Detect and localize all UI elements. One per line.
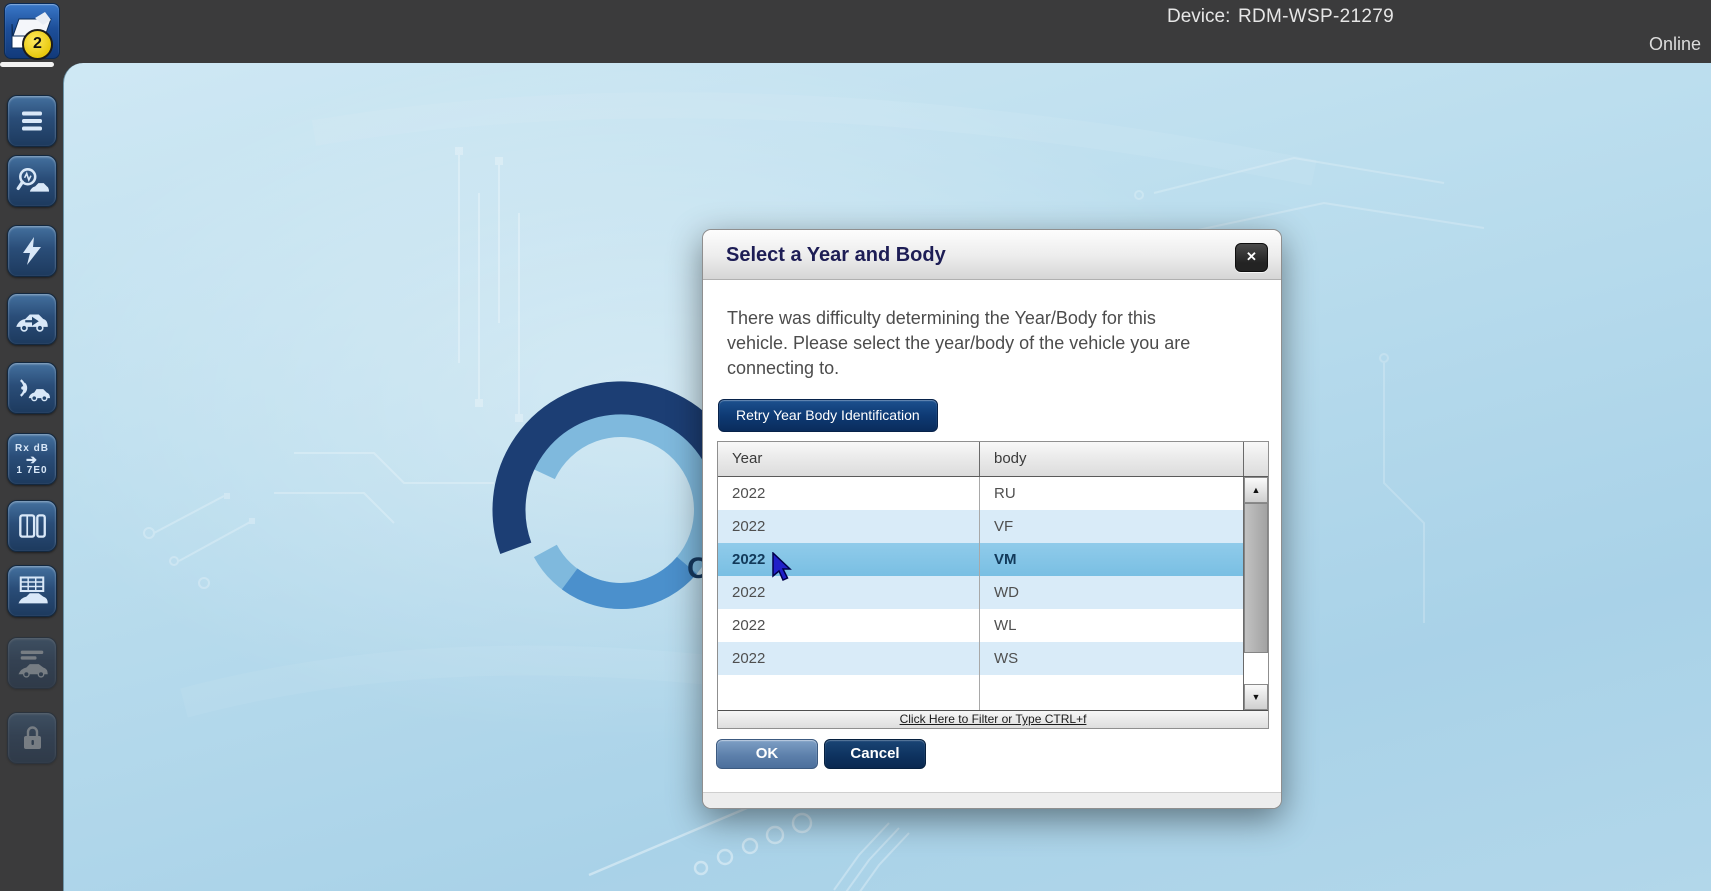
cell-year[interactable]: 2022 bbox=[718, 477, 980, 510]
lock-icon bbox=[16, 722, 48, 754]
cell-body[interactable]: RU bbox=[980, 477, 1243, 510]
table-row[interactable]: 2022WD bbox=[718, 576, 1243, 609]
table-scrollbar[interactable]: ▲ ▼ bbox=[1243, 477, 1268, 710]
app-logo-button[interactable]: 2 bbox=[4, 3, 60, 59]
grid-car-icon bbox=[14, 573, 50, 609]
column-header-year[interactable]: Year bbox=[718, 442, 980, 476]
table-row[interactable]: 2022VF bbox=[718, 510, 1243, 543]
device-value: RDM-WSP-21279 bbox=[1238, 6, 1394, 28]
scrollbar-thumb[interactable] bbox=[1244, 503, 1268, 653]
device-label: Device: bbox=[1167, 6, 1230, 28]
sidebar-item-wireless-vehicle[interactable] bbox=[7, 362, 57, 414]
cell-body[interactable]: VF bbox=[980, 510, 1243, 543]
table-header-corner bbox=[1243, 442, 1268, 476]
select-year-body-dialog: Select a Year and Body ✕ There was diffi… bbox=[702, 229, 1282, 809]
car-arrow-icon bbox=[14, 301, 50, 337]
sidebar-item-lock[interactable] bbox=[7, 712, 57, 764]
scroll-up-icon: ▲ bbox=[1252, 485, 1261, 495]
bus-data-icon: Rx dB ➔ 1 7E0 bbox=[15, 443, 49, 476]
sidebar-item-flash[interactable] bbox=[7, 225, 57, 277]
sidebar-item-vehicle-scan[interactable] bbox=[7, 155, 57, 207]
table-rows: 2022RU2022VF2022VM2022WD2022WL2022WS bbox=[718, 477, 1243, 710]
dialog-header: Select a Year and Body ✕ bbox=[703, 230, 1281, 280]
bus-data-line2: 1 7E0 bbox=[16, 465, 47, 476]
table-row[interactable]: 2022VM bbox=[718, 543, 1243, 576]
cell-year[interactable]: 2022 bbox=[718, 642, 980, 675]
sidebar-item-menu[interactable] bbox=[7, 95, 57, 147]
retry-year-body-button[interactable]: Retry Year Body Identification bbox=[718, 399, 938, 432]
dialog-title: Select a Year and Body bbox=[726, 230, 946, 280]
table-row[interactable]: 2022WL bbox=[718, 609, 1243, 642]
scroll-up-button[interactable]: ▲ bbox=[1244, 477, 1268, 503]
cell-body[interactable]: WL bbox=[980, 609, 1243, 642]
cell-body[interactable]: VM bbox=[980, 543, 1243, 576]
cell-year[interactable]: 2022 bbox=[718, 510, 980, 543]
vehicle-search-icon bbox=[15, 164, 49, 198]
sidebar-item-vehicle[interactable] bbox=[7, 293, 57, 345]
scroll-down-icon: ▼ bbox=[1252, 692, 1261, 702]
top-bar: Device: RDM-WSP-21279 Online bbox=[0, 0, 1711, 63]
sidebar-item-bus-data[interactable]: Rx dB ➔ 1 7E0 bbox=[7, 433, 57, 485]
year-body-table: Year body 2022RU2022VF2022VM2022WD2022WL… bbox=[717, 441, 1269, 729]
cell-year[interactable]: 2022 bbox=[718, 609, 980, 642]
close-icon: ✕ bbox=[1246, 249, 1257, 264]
close-button[interactable]: ✕ bbox=[1235, 243, 1268, 272]
cell-body[interactable]: WD bbox=[980, 576, 1243, 609]
car-wifi-icon bbox=[14, 370, 50, 406]
table-row[interactable]: 2022WS bbox=[718, 642, 1243, 675]
sidebar-item-vehicle-report[interactable] bbox=[7, 637, 57, 689]
table-row[interactable]: 2022RU bbox=[718, 477, 1243, 510]
ok-button[interactable]: OK bbox=[716, 739, 818, 769]
dialog-footer bbox=[703, 792, 1281, 808]
report-car-icon bbox=[14, 645, 50, 681]
cell-body[interactable]: WS bbox=[980, 642, 1243, 675]
column-header-body[interactable]: body bbox=[980, 442, 1243, 476]
connection-status: Online bbox=[1649, 34, 1701, 55]
cell-year[interactable]: 2022 bbox=[718, 576, 980, 609]
lightning-icon bbox=[16, 235, 48, 267]
filter-bar[interactable]: Click Here to Filter or Type CTRL+f bbox=[718, 710, 1268, 728]
app-window: Device: RDM-WSP-21279 Online 2 bbox=[0, 0, 1711, 891]
table-header: Year body bbox=[718, 442, 1268, 477]
sidebar-divider bbox=[0, 62, 54, 67]
scroll-down-button[interactable]: ▼ bbox=[1244, 684, 1268, 710]
cell-year[interactable]: 2022 bbox=[718, 543, 980, 576]
menu-icon bbox=[16, 105, 48, 137]
arrow-right-icon: ➔ bbox=[26, 455, 38, 464]
sidebar-item-data-grid[interactable] bbox=[7, 565, 57, 617]
sidebar-item-ecu-view[interactable] bbox=[7, 500, 57, 552]
table-row-empty bbox=[718, 675, 1243, 710]
table-body: 2022RU2022VF2022VM2022WD2022WL2022WS ▲ ▼ bbox=[718, 477, 1268, 710]
dialog-message: There was difficulty determining the Yea… bbox=[727, 306, 1219, 381]
cancel-button[interactable]: Cancel bbox=[824, 739, 926, 769]
notification-badge: 2 bbox=[22, 29, 53, 60]
panels-icon bbox=[15, 509, 49, 543]
